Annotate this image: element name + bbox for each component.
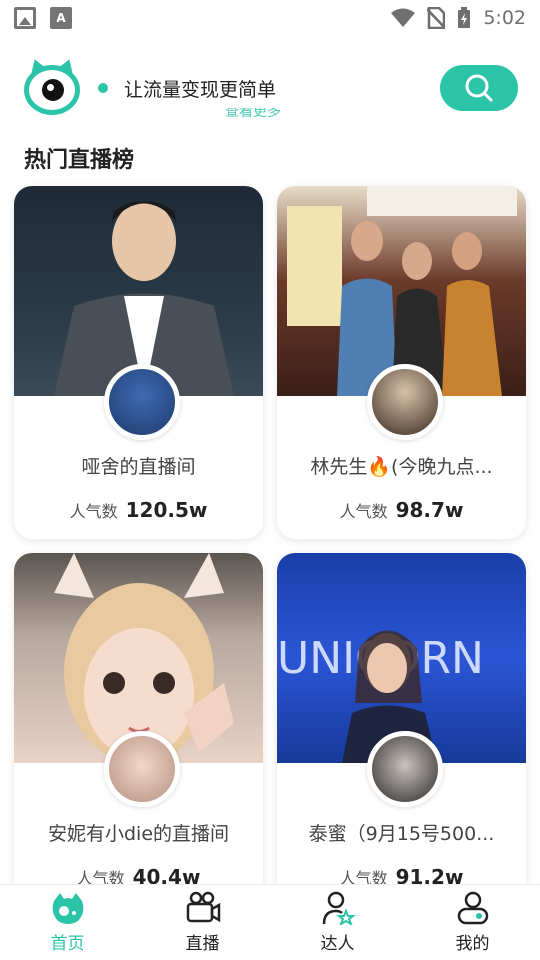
no-sim-icon [427,7,446,29]
room-name: 泰蜜（9月15号500... [308,823,495,845]
streamer-avatar [104,364,180,440]
search-icon [465,74,493,102]
slogan-dot [98,83,108,93]
home-icon [52,893,83,924]
nav-influencer[interactable]: 达人 [270,885,405,960]
nav-live[interactable]: 直播 [135,885,270,960]
battery-icon [458,7,471,28]
wifi-icon [391,8,416,27]
search-button[interactable] [440,65,518,111]
popularity-value: 120.5w [125,498,208,522]
gallery-notification-icon [14,7,36,29]
nav-home[interactable]: 首页 [0,885,135,960]
nav-label: 我的 [455,934,490,954]
profile-icon [457,891,488,925]
streamer-avatar [367,731,443,807]
status-bar: A 5:02 [0,0,540,36]
nav-label: 直播 [185,934,220,954]
app-logo [22,56,82,117]
room-name: 林先生🔥(今晚九点... [310,456,493,478]
app-notification-icon: A [50,7,72,29]
live-room-card[interactable]: 哑舍的直播间 人气数 120.5w [14,186,263,539]
streamer-avatar [367,364,443,440]
star-user-icon [322,891,356,925]
nav-label: 首页 [50,934,85,954]
slogan: 让流量变现更简单 [124,78,277,101]
popularity: 人气数 120.5w [14,498,263,522]
popularity: 人气数 98.7w [277,498,526,522]
popularity-label: 人气数 [69,502,118,521]
room-name: 安妮有小die的直播间 [47,823,230,845]
live-room-card[interactable]: 安妮有小die的直播间 人气数 40.4w [14,553,263,906]
camera-icon [186,891,220,923]
live-room-card[interactable]: 林先生🔥(今晚九点... 人气数 98.7w [277,186,526,539]
section-title: 热门直播榜 [24,148,135,173]
streamer-avatar [104,731,180,807]
nav-mine[interactable]: 我的 [405,885,540,960]
clock: 5:02 [483,7,526,29]
bottom-nav: 首页 直播 达人 我的 [0,884,540,960]
popularity-value: 98.7w [395,498,464,522]
room-name: 哑舍的直播间 [81,456,196,478]
live-room-card[interactable]: UNICORN 泰蜜（9月15号500... 人气数91.2w [277,553,526,906]
popularity-label: 人气数 [339,502,388,521]
nav-label: 达人 [320,934,355,954]
view-more-link[interactable]: 查看更多 [225,108,281,122]
